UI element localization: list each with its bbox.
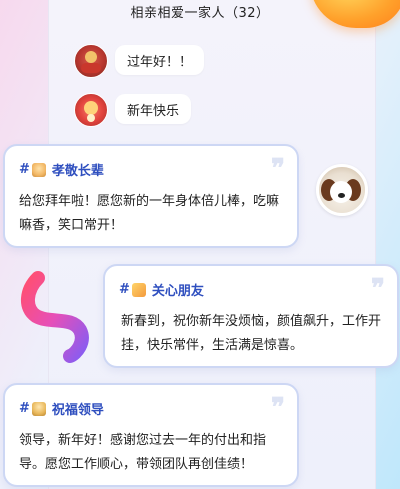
quote-mark-icon: ❞	[271, 154, 285, 184]
leader-emoji-icon	[31, 401, 46, 416]
hash-symbol: #	[19, 401, 30, 416]
card-message-text: 新春到，祝你新年没烦恼，颜值飙升，工作开挂，快乐常伴，生活满是惊喜。	[121, 314, 382, 353]
decorative-squiggle	[21, 271, 89, 363]
friends-emoji-icon	[131, 282, 146, 297]
card-tag: # 祝福领导	[19, 399, 104, 418]
group-chat-title: 相亲相爱一家人（32）	[130, 5, 270, 21]
hash-symbol: #	[19, 162, 30, 177]
chat-message-bubble[interactable]: 过年好！！	[115, 45, 205, 75]
card-message-text: 领导，新年好！感谢您过去一年的付出和指导。愿您工作顺心，带领团队再创佳绩！	[19, 433, 267, 472]
card-tag-label: 祝福领导	[51, 403, 104, 418]
quote-mark-icon: ❞	[371, 274, 385, 304]
quote-mark-icon: ❞	[271, 393, 285, 423]
sender-avatar[interactable]	[74, 44, 108, 78]
greeting-card-elders[interactable]: # 孝敬长辈 ❞ 给您拜年啦！愿您新的一年身体倍儿棒，吃嘛嘛香，笑口常开！	[3, 144, 299, 248]
chat-message-bubble[interactable]: 新年快乐	[115, 94, 192, 124]
user-avatar-dog[interactable]	[316, 164, 368, 216]
sender-avatar[interactable]	[74, 93, 108, 127]
card-message-text: 给您拜年啦！愿您新的一年身体倍儿棒，吃嘛嘛香，笑口常开！	[19, 194, 280, 233]
card-tag: # 孝敬长辈	[19, 160, 104, 179]
hash-symbol: #	[119, 282, 130, 297]
card-tag-label: 关心朋友	[151, 284, 204, 299]
greeting-card-leader[interactable]: # 祝福领导 ❞ 领导，新年好！感谢您过去一年的付出和指导。愿您工作顺心，带领团…	[3, 383, 299, 487]
greeting-card-friends[interactable]: # 关心朋友 ❞ 新春到，祝你新年没烦恼，颜值飙升，工作开挂，快乐常伴，生活满是…	[103, 264, 399, 368]
elder-emoji-icon	[31, 162, 46, 177]
card-tag: # 关心朋友	[119, 280, 204, 299]
card-tag-label: 孝敬长辈	[51, 164, 104, 179]
